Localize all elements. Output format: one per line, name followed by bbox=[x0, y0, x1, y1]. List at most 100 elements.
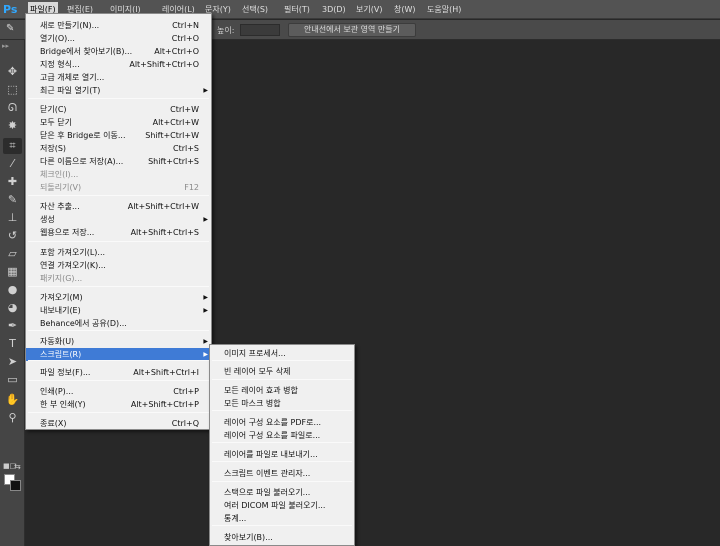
path-selection-icon[interactable]: ➤ bbox=[3, 354, 22, 370]
menu-item-label: 지정 형식... bbox=[40, 60, 80, 69]
file-menu-item[interactable]: Behance에서 공유(D)... bbox=[26, 317, 211, 330]
script-menu-item[interactable]: 레이어 구성 요소를 PDF로... bbox=[210, 416, 354, 429]
script-menu-item[interactable]: 레이어를 파일로 내보내기... bbox=[210, 448, 354, 461]
submenu-arrow-icon: ▶ bbox=[203, 87, 208, 94]
menu-item-shortcut: Alt+Ctrl+W bbox=[152, 118, 199, 127]
menu-separator bbox=[212, 360, 352, 361]
file-menu-item[interactable]: 가져오기(M) ▶ bbox=[26, 291, 211, 304]
make-slices-from-guides-button[interactable]: 안내선에서 보관 영역 만들기 bbox=[288, 23, 416, 37]
menu-item-label: 연결 가져오기(K)... bbox=[40, 261, 106, 270]
script-menu-item[interactable]: 빈 레이어 모두 삭제 bbox=[210, 365, 354, 378]
menu-item-label: Behance에서 공유(D)... bbox=[40, 319, 127, 328]
file-menu-item[interactable]: 모두 닫기 Alt+Ctrl+W bbox=[26, 116, 211, 129]
submenu-arrow-icon: ▶ bbox=[203, 216, 208, 223]
script-menu-item[interactable]: 여러 DICOM 파일 불러오기... bbox=[210, 499, 354, 512]
marquee-icon[interactable]: ⬚ bbox=[3, 82, 22, 98]
file-menu-item[interactable]: 파일 정보(F)... Alt+Shift+Ctrl+I bbox=[26, 366, 211, 379]
file-menu-item[interactable]: 자산 추출... Alt+Shift+Ctrl+W bbox=[26, 200, 211, 213]
healing-brush-icon[interactable]: ✚ bbox=[3, 174, 22, 190]
move-icon[interactable]: ✥ bbox=[3, 64, 22, 80]
file-menu-item[interactable]: 저장(S) Ctrl+S bbox=[26, 142, 211, 155]
menu-item-label: 포함 가져오기(L)... bbox=[40, 248, 106, 257]
script-menu-item[interactable]: 레이어 구성 요소를 파일로... bbox=[210, 429, 354, 442]
eraser-icon[interactable]: ▱ bbox=[3, 246, 22, 262]
menu-5[interactable]: 선택(S) bbox=[240, 3, 270, 17]
menu-separator bbox=[28, 380, 209, 381]
crop-icon[interactable]: ⌗ bbox=[3, 138, 22, 154]
menu-item-label: 최근 파일 열기(T) bbox=[40, 86, 101, 95]
menu-separator bbox=[28, 330, 209, 331]
hand-icon[interactable]: ✋ bbox=[3, 392, 22, 408]
menu-item-label: 닫기(C) bbox=[40, 105, 67, 114]
file-menu-item[interactable]: 내보내기(E) ▶ bbox=[26, 304, 211, 317]
menu-7[interactable]: 3D(D) bbox=[320, 3, 348, 17]
menu-separator bbox=[28, 241, 209, 242]
file-menu-item[interactable]: 다른 이름으로 저장(A)... Shift+Ctrl+S bbox=[26, 155, 211, 168]
menu-item-label: 인쇄(P)... bbox=[40, 387, 74, 396]
menu-6[interactable]: 필터(T) bbox=[282, 3, 312, 17]
file-menu-item[interactable]: 고급 개체로 열기... bbox=[26, 71, 211, 84]
menu-item-shortcut: Shift+Ctrl+S bbox=[148, 157, 199, 166]
gradient-icon[interactable]: ▦ bbox=[3, 264, 22, 280]
menu-separator bbox=[212, 379, 352, 380]
background-color-swatch[interactable] bbox=[10, 480, 21, 491]
file-menu-item[interactable]: 열기(O)... Ctrl+O bbox=[26, 32, 211, 45]
menu-item-label: 내보내기(E) bbox=[40, 306, 81, 315]
file-menu-item[interactable]: 인쇄(P)... Ctrl+P bbox=[26, 385, 211, 398]
pen-icon[interactable]: ✒ bbox=[3, 318, 22, 334]
magic-wand-icon[interactable]: ✸ bbox=[3, 118, 22, 134]
menu-item-label: 열기(O)... bbox=[40, 34, 75, 43]
zoom-icon[interactable]: ⚲ bbox=[3, 410, 22, 426]
menu-item-label: 체크인(I)... bbox=[40, 170, 79, 179]
rectangle-shape-icon[interactable]: ▭ bbox=[3, 372, 22, 388]
submenu-arrow-icon: ▶ bbox=[203, 307, 208, 314]
file-menu-item[interactable]: Bridge에서 찾아보기(B)... Alt+Ctrl+O bbox=[26, 45, 211, 58]
swap-colors-icon[interactable]: ⇆ bbox=[14, 462, 21, 471]
script-menu-item[interactable]: 스택으로 파일 불러오기... bbox=[210, 486, 354, 499]
file-menu-item[interactable]: 자동화(U) ▶ bbox=[26, 335, 211, 348]
script-menu-item[interactable]: 찾아보기(B)... bbox=[210, 531, 354, 544]
menu-9[interactable]: 창(W) bbox=[392, 3, 418, 17]
history-brush-icon[interactable]: ↺ bbox=[3, 228, 22, 244]
script-menu-item[interactable]: 이미지 프로세서... bbox=[210, 347, 354, 360]
type-icon[interactable]: T bbox=[3, 336, 22, 352]
menu-item-shortcut: Alt+Shift+Ctrl+S bbox=[130, 228, 199, 237]
file-menu-item[interactable]: 포함 가져오기(L)... bbox=[26, 246, 211, 259]
file-menu-item[interactable]: 생성 ▶ bbox=[26, 213, 211, 226]
script-menu-item[interactable]: 통계... bbox=[210, 512, 354, 525]
menu-item-shortcut: Alt+Ctrl+O bbox=[154, 47, 199, 56]
menu-separator bbox=[212, 481, 352, 482]
height-input[interactable] bbox=[240, 24, 280, 36]
script-menu-item[interactable]: 모든 마스크 병합 bbox=[210, 397, 354, 410]
menu-10[interactable]: 도움말(H) bbox=[425, 3, 463, 17]
lasso-icon[interactable]: ᘏ bbox=[3, 100, 22, 116]
tool-preset-brush-icon[interactable]: ✎ bbox=[6, 23, 22, 37]
blur-icon[interactable]: ● bbox=[3, 282, 22, 298]
file-menu-item[interactable]: 최근 파일 열기(T) ▶ bbox=[26, 84, 211, 97]
script-menu-item[interactable]: 스크립트 이벤트 관리자... bbox=[210, 467, 354, 480]
brush-icon[interactable]: ✎ bbox=[3, 192, 22, 208]
file-menu-item[interactable]: 한 부 인쇄(Y) Alt+Shift+Ctrl+P bbox=[26, 398, 211, 411]
menu-item-label: 되돌리기(V) bbox=[40, 183, 82, 192]
menu-item-label: 저장(S) bbox=[40, 144, 67, 153]
file-menu-item[interactable]: 웹용으로 저장... Alt+Shift+Ctrl+S bbox=[26, 226, 211, 239]
panel-grip-icon[interactable]: ▸▸ bbox=[2, 42, 22, 50]
dodge-icon[interactable]: ◕ bbox=[3, 300, 22, 316]
menu-8[interactable]: 보기(V) bbox=[354, 3, 384, 17]
file-menu-item[interactable]: 종료(X) Ctrl+Q bbox=[26, 417, 211, 430]
menu-item-shortcut: Ctrl+S bbox=[172, 144, 199, 153]
script-menu-item[interactable]: 모든 레이어 효과 병합 bbox=[210, 384, 354, 397]
menu-item-label: 자동화(U) bbox=[40, 337, 75, 346]
file-menu-item[interactable]: 지정 형식... Alt+Shift+Ctrl+O bbox=[26, 58, 211, 71]
eyedropper-icon[interactable]: ⁄ bbox=[3, 156, 22, 172]
clone-stamp-icon[interactable]: ⊥ bbox=[3, 210, 22, 226]
menu-item-label: 모든 마스크 병합 bbox=[224, 399, 281, 408]
file-menu-item[interactable]: 닫은 후 Bridge로 이동... Shift+Ctrl+W bbox=[26, 129, 211, 142]
menu-item-shortcut: Ctrl+W bbox=[170, 105, 199, 114]
menu-item-label: 웹용으로 저장... bbox=[40, 228, 95, 237]
file-menu-item[interactable]: 닫기(C) Ctrl+W bbox=[26, 103, 211, 116]
file-menu-item[interactable]: 새로 만들기(N)... Ctrl+N bbox=[26, 19, 211, 32]
file-menu-item[interactable]: 연결 가져오기(K)... bbox=[26, 259, 211, 272]
menu-item-label: 스크립트 이벤트 관리자... bbox=[224, 469, 311, 478]
menu-item-label: 패키지(G)... bbox=[40, 274, 83, 283]
